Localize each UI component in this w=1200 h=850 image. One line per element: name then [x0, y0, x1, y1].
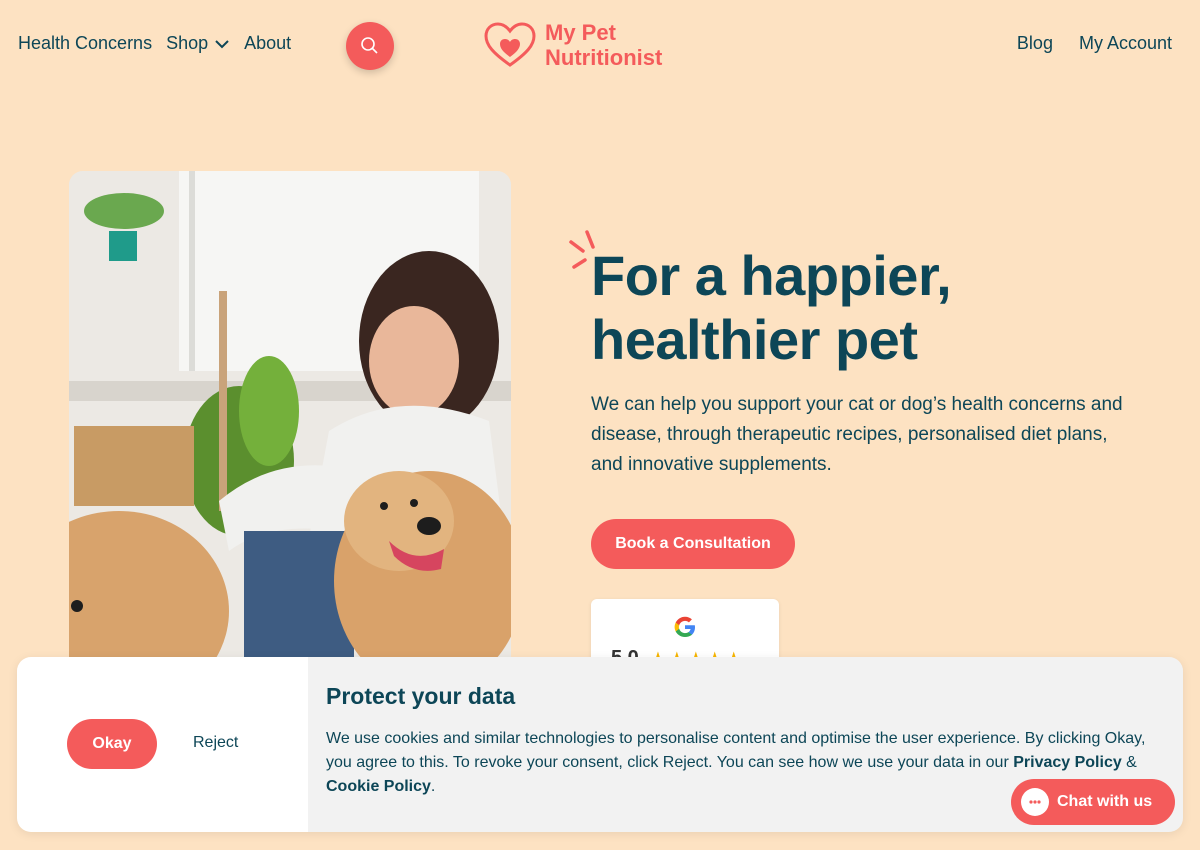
nav-health-concerns[interactable]: Health Concerns — [18, 33, 152, 54]
cookie-text-and: & — [1121, 754, 1137, 771]
cookie-policy-link[interactable]: Cookie Policy — [326, 778, 431, 795]
hero-headline-line-1: For a happier, — [591, 244, 952, 307]
book-consultation-button[interactable]: Book a Consultation — [591, 519, 795, 569]
privacy-policy-link[interactable]: Privacy Policy — [1013, 754, 1122, 771]
cookie-text-end: . — [430, 778, 436, 795]
nav-shop-label: Shop — [166, 33, 209, 53]
logo-wordmark: My Pet Nutritionist — [545, 20, 662, 70]
hero-subtext: We can help you support your cat or dog’… — [591, 394, 1123, 475]
nav-shop[interactable]: Shop — [166, 33, 230, 54]
account-nav: Blog My Account — [1017, 33, 1172, 54]
logo-line-2: Nutritionist — [545, 45, 663, 70]
site-logo[interactable]: My Pet Nutritionist — [483, 20, 662, 70]
nav-blog[interactable]: Blog — [1017, 33, 1053, 54]
cookie-actions: Okay Reject — [17, 657, 308, 832]
primary-nav: Health Concerns Shop About — [18, 33, 291, 54]
okay-button[interactable]: Okay — [67, 719, 157, 769]
chat-with-us-button[interactable]: Chat with us — [1011, 779, 1175, 825]
search-button[interactable] — [346, 22, 394, 70]
logo-line-1: My Pet — [545, 20, 616, 45]
nav-about[interactable]: About — [244, 33, 291, 54]
chevron-down-icon — [215, 39, 229, 48]
chat-bubble-icon — [1021, 788, 1049, 816]
heart-logo-icon — [484, 22, 536, 67]
hero-headline: For a happier, healthier pet — [591, 244, 1111, 372]
woman-with-dogs-image — [69, 171, 511, 671]
chat-label: Chat with us — [1057, 793, 1153, 810]
search-icon — [361, 37, 378, 54]
cookie-consent-banner: Okay Reject Protect your data We use coo… — [17, 657, 1183, 832]
nav-my-account[interactable]: My Account — [1079, 33, 1172, 54]
site-header: Health Concerns Shop About My Pet Nutrit… — [0, 0, 1200, 90]
google-icon — [674, 616, 695, 637]
hero-headline-line-2: healthier pet — [591, 308, 918, 371]
hero-photo — [69, 171, 511, 671]
cookie-title: Protect your data — [326, 683, 516, 709]
reject-button[interactable]: Reject — [193, 734, 238, 752]
